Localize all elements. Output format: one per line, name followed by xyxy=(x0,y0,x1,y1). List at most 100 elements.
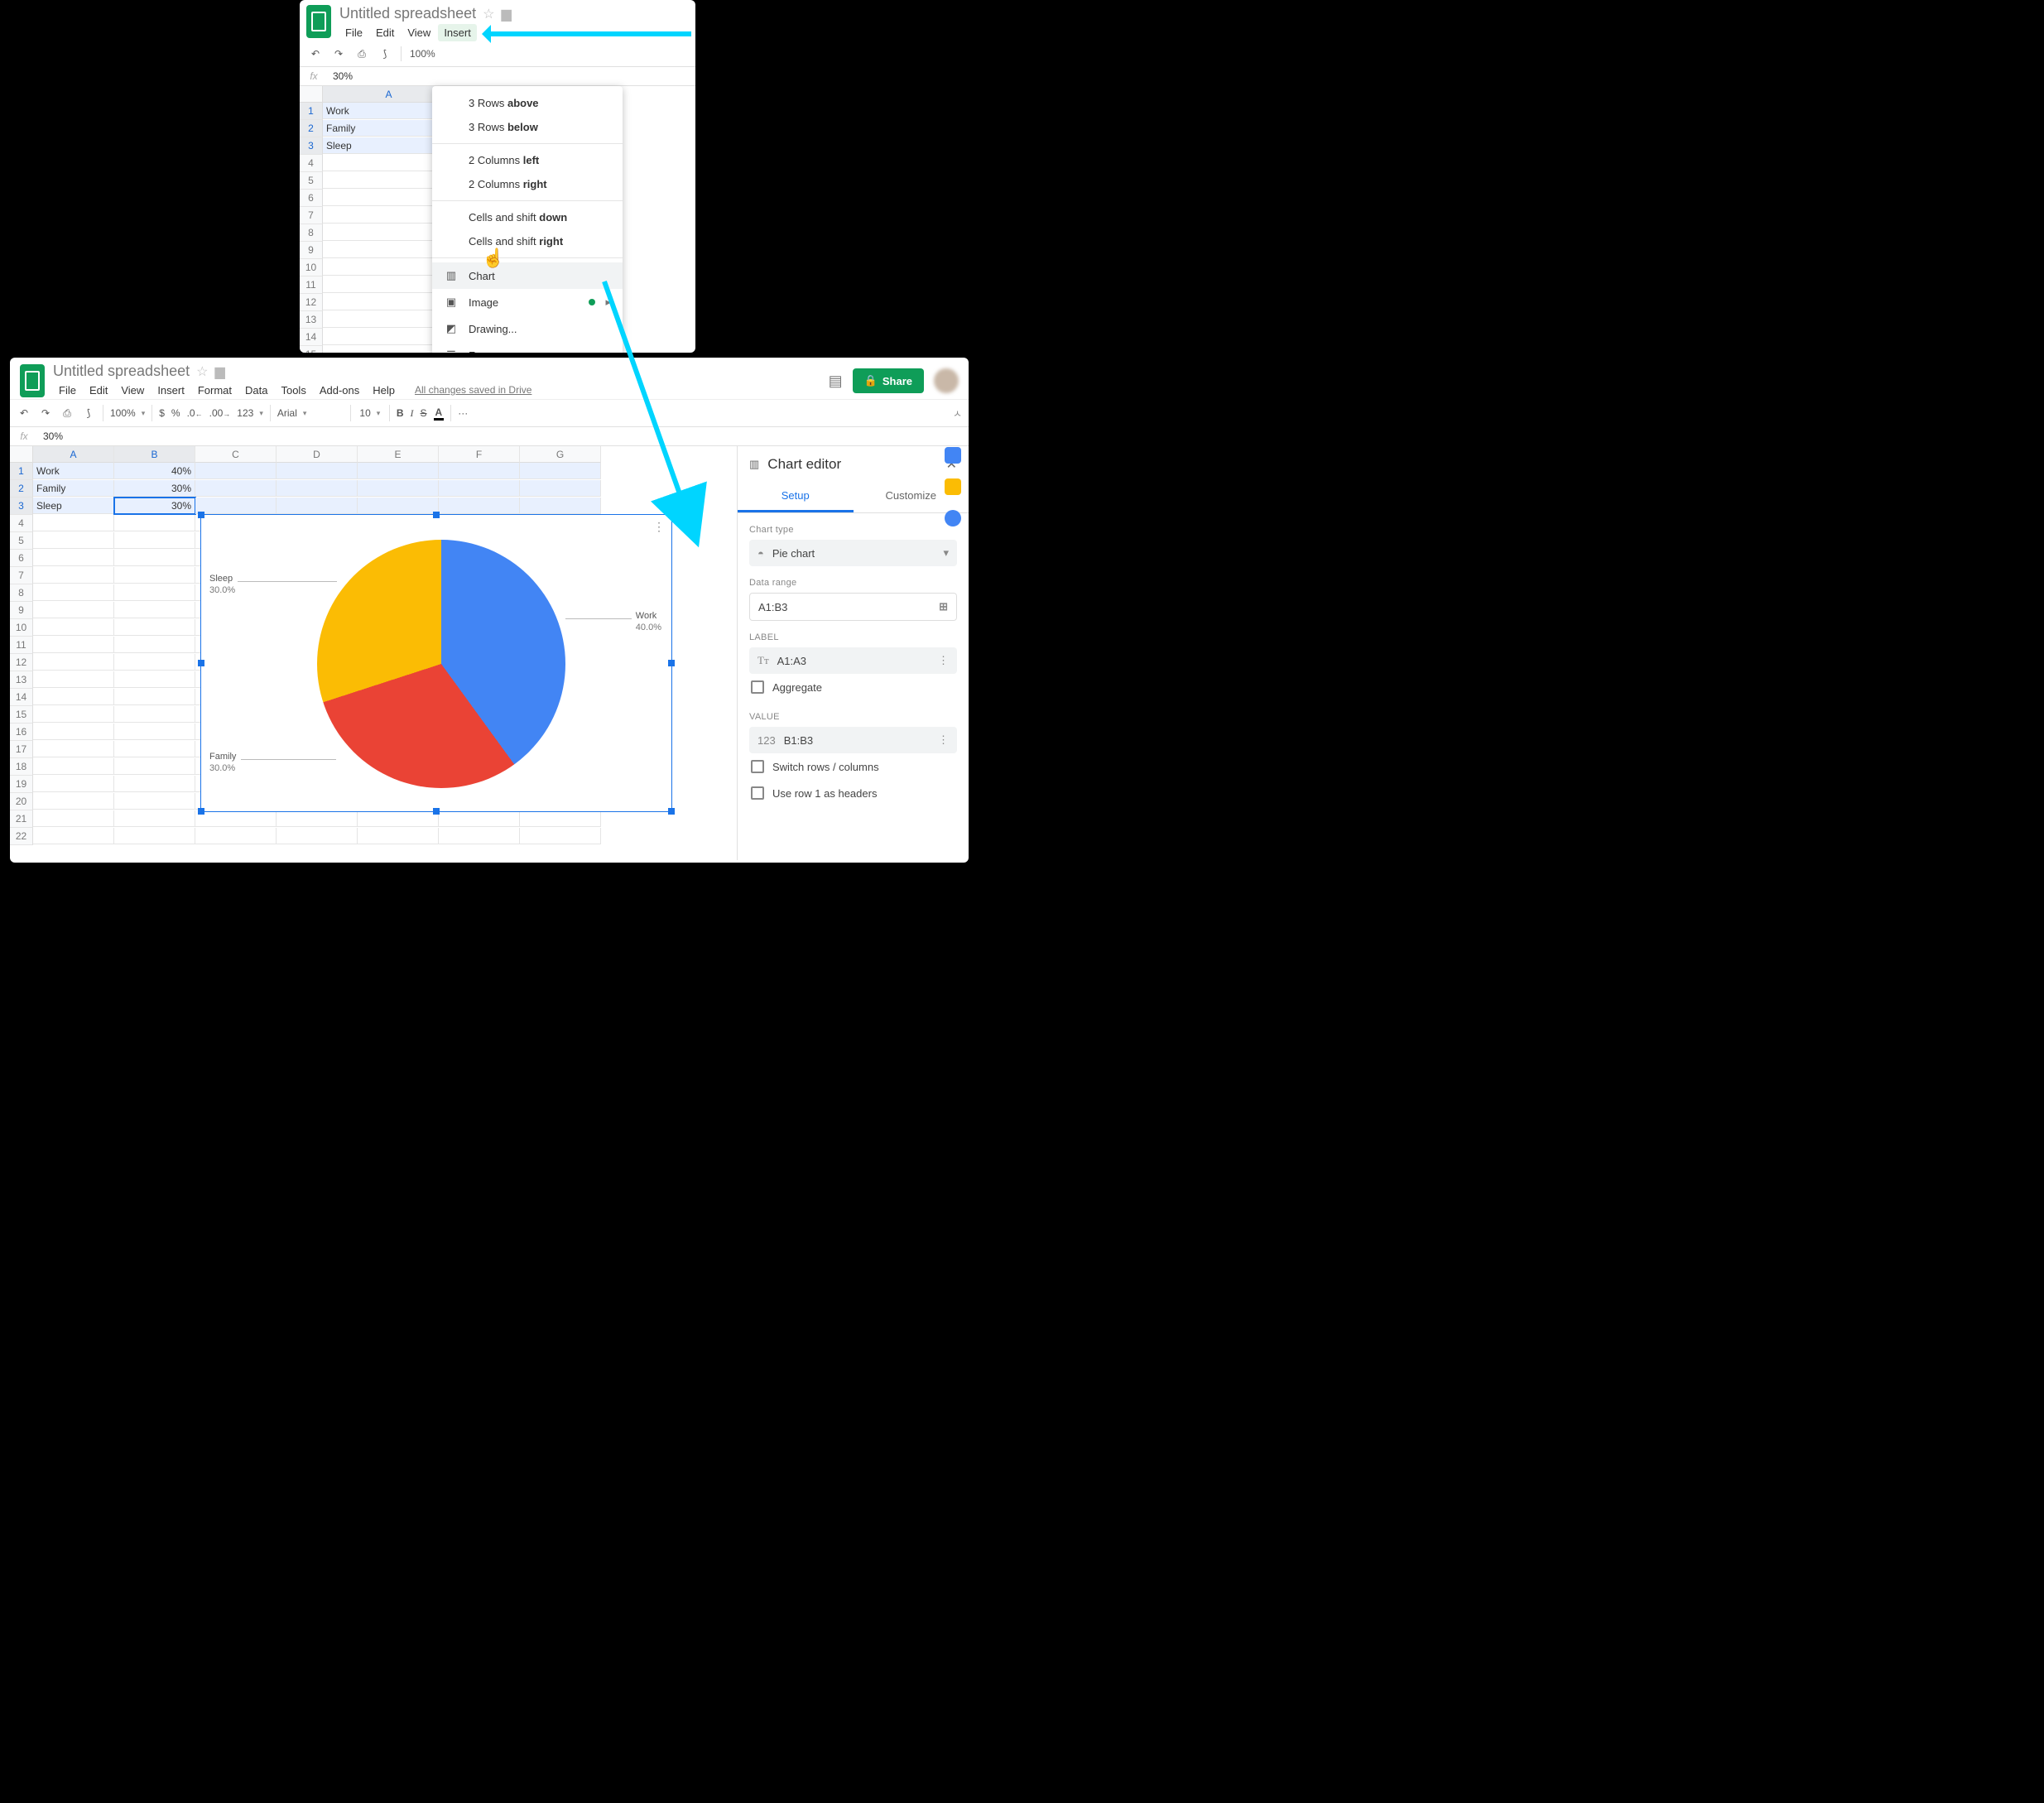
collapse-toolbar-icon[interactable]: ㅅ xyxy=(953,406,962,421)
cell[interactable] xyxy=(520,498,601,514)
cell[interactable] xyxy=(114,758,195,775)
print-icon[interactable]: ⎙ xyxy=(354,46,369,61)
cell[interactable] xyxy=(114,689,195,705)
chart-type-select[interactable]: ◓ Pie chart ▾ xyxy=(749,540,957,566)
cell[interactable] xyxy=(277,828,358,844)
row-header[interactable]: 9 xyxy=(300,242,323,259)
cell[interactable] xyxy=(114,532,195,549)
menu-image[interactable]: ▣Image xyxy=(432,289,623,315)
number-format-picker[interactable]: 123 xyxy=(237,407,263,419)
paint-format-icon[interactable]: ⟆ xyxy=(378,46,392,61)
menu-format[interactable]: Format xyxy=(192,382,238,399)
resize-handle[interactable] xyxy=(198,512,204,518)
percent-button[interactable]: % xyxy=(171,407,180,419)
zoom-picker[interactable]: 100% xyxy=(410,48,435,60)
col-header[interactable]: A xyxy=(33,446,114,463)
row-header[interactable]: 12 xyxy=(10,654,33,671)
decrease-decimal-button[interactable]: .0← xyxy=(187,407,203,419)
cell[interactable] xyxy=(114,793,195,810)
cell[interactable] xyxy=(33,584,114,601)
row-header[interactable]: 11 xyxy=(10,637,33,654)
cell[interactable] xyxy=(195,498,277,514)
star-icon[interactable]: ☆ xyxy=(483,6,494,22)
calendar-addon-icon[interactable] xyxy=(945,447,961,464)
resize-handle[interactable] xyxy=(668,512,675,518)
cell[interactable] xyxy=(33,654,114,671)
cell[interactable] xyxy=(114,741,195,757)
cell[interactable] xyxy=(33,828,114,844)
cell[interactable] xyxy=(114,724,195,740)
row-header[interactable]: 16 xyxy=(10,724,33,741)
keep-addon-icon[interactable] xyxy=(945,478,961,495)
select-all-corner[interactable] xyxy=(300,86,323,103)
cell[interactable] xyxy=(33,706,114,723)
cell[interactable] xyxy=(33,793,114,810)
comments-icon[interactable]: ▤ xyxy=(829,373,843,390)
strike-button[interactable]: S xyxy=(421,407,427,419)
row-header[interactable]: 15 xyxy=(10,706,33,724)
currency-button[interactable]: $ xyxy=(159,407,165,419)
resize-handle[interactable] xyxy=(433,808,440,815)
cell[interactable] xyxy=(439,828,520,844)
menu-view[interactable]: View xyxy=(402,24,436,41)
cell[interactable] xyxy=(277,810,358,827)
tab-setup[interactable]: Setup xyxy=(738,481,854,512)
formula-value[interactable]: 30% xyxy=(328,67,358,85)
select-all-corner[interactable] xyxy=(10,446,33,463)
col-header[interactable]: F xyxy=(439,446,520,463)
cell[interactable]: 30% xyxy=(114,498,195,514)
row-header[interactable]: 15 xyxy=(300,346,323,353)
formula-bar[interactable]: fx 30% xyxy=(300,67,695,86)
menu-file[interactable]: File xyxy=(53,382,82,399)
row-header[interactable]: 8 xyxy=(10,584,33,602)
chart-object[interactable]: ⋮ Work 40.0% Family 30.0% Sleep 30.0% xyxy=(200,514,672,812)
switch-rows-checkbox[interactable]: Switch rows / columns xyxy=(749,753,957,780)
data-range-input[interactable]: A1:B3 ⊞ xyxy=(749,593,957,621)
cell[interactable] xyxy=(277,480,358,497)
cell[interactable] xyxy=(114,654,195,671)
more-icon[interactable]: ⋮ xyxy=(938,654,949,667)
menu-chart[interactable]: ▥Chart xyxy=(432,262,623,289)
menu-file[interactable]: File xyxy=(339,24,368,41)
more-icon[interactable]: ⋮ xyxy=(938,733,949,747)
menu-insert[interactable]: Insert xyxy=(438,24,477,41)
row-header[interactable]: 14 xyxy=(300,329,323,346)
row-header[interactable]: 4 xyxy=(300,155,323,172)
cell[interactable] xyxy=(195,810,277,827)
row-header[interactable]: 2 xyxy=(300,120,323,137)
increase-decimal-button[interactable]: .00→ xyxy=(209,407,231,419)
cell[interactable] xyxy=(33,741,114,757)
cell[interactable] xyxy=(520,810,601,827)
menu-rows-below[interactable]: 3 Rows below xyxy=(432,115,623,139)
label-range-field[interactable]: Tᴛ A1:A3 ⋮ xyxy=(749,647,957,674)
cell[interactable] xyxy=(114,706,195,723)
cell[interactable]: 30% xyxy=(114,480,195,497)
text-color-button[interactable]: A xyxy=(434,406,445,421)
row-header[interactable]: 14 xyxy=(10,689,33,706)
cell[interactable] xyxy=(439,498,520,514)
resize-handle[interactable] xyxy=(668,808,675,815)
aggregate-checkbox[interactable]: Aggregate xyxy=(749,674,957,700)
menu-cells-right[interactable]: Cells and shift right xyxy=(432,229,623,253)
doc-title[interactable]: Untitled spreadsheet xyxy=(339,5,476,22)
cell[interactable] xyxy=(358,463,439,479)
cell[interactable] xyxy=(195,480,277,497)
menu-edit[interactable]: Edit xyxy=(84,382,113,399)
col-header[interactable]: G xyxy=(520,446,601,463)
col-header[interactable]: C xyxy=(195,446,277,463)
italic-button[interactable]: I xyxy=(411,407,414,420)
cell[interactable]: Work xyxy=(33,463,114,479)
row-header[interactable]: 21 xyxy=(10,810,33,828)
cell[interactable] xyxy=(439,463,520,479)
row-header[interactable]: 2 xyxy=(10,480,33,498)
formula-value[interactable]: 30% xyxy=(38,427,68,445)
menu-cells-down[interactable]: Cells and shift down xyxy=(432,205,623,229)
cell[interactable] xyxy=(114,550,195,566)
menu-cols-left[interactable]: 2 Columns left xyxy=(432,148,623,172)
cell[interactable] xyxy=(358,828,439,844)
row-header[interactable]: 11 xyxy=(300,276,323,294)
paint-format-icon[interactable]: ⟆ xyxy=(81,406,96,421)
menu-edit[interactable]: Edit xyxy=(370,24,400,41)
cell[interactable] xyxy=(33,637,114,653)
cell[interactable] xyxy=(439,810,520,827)
